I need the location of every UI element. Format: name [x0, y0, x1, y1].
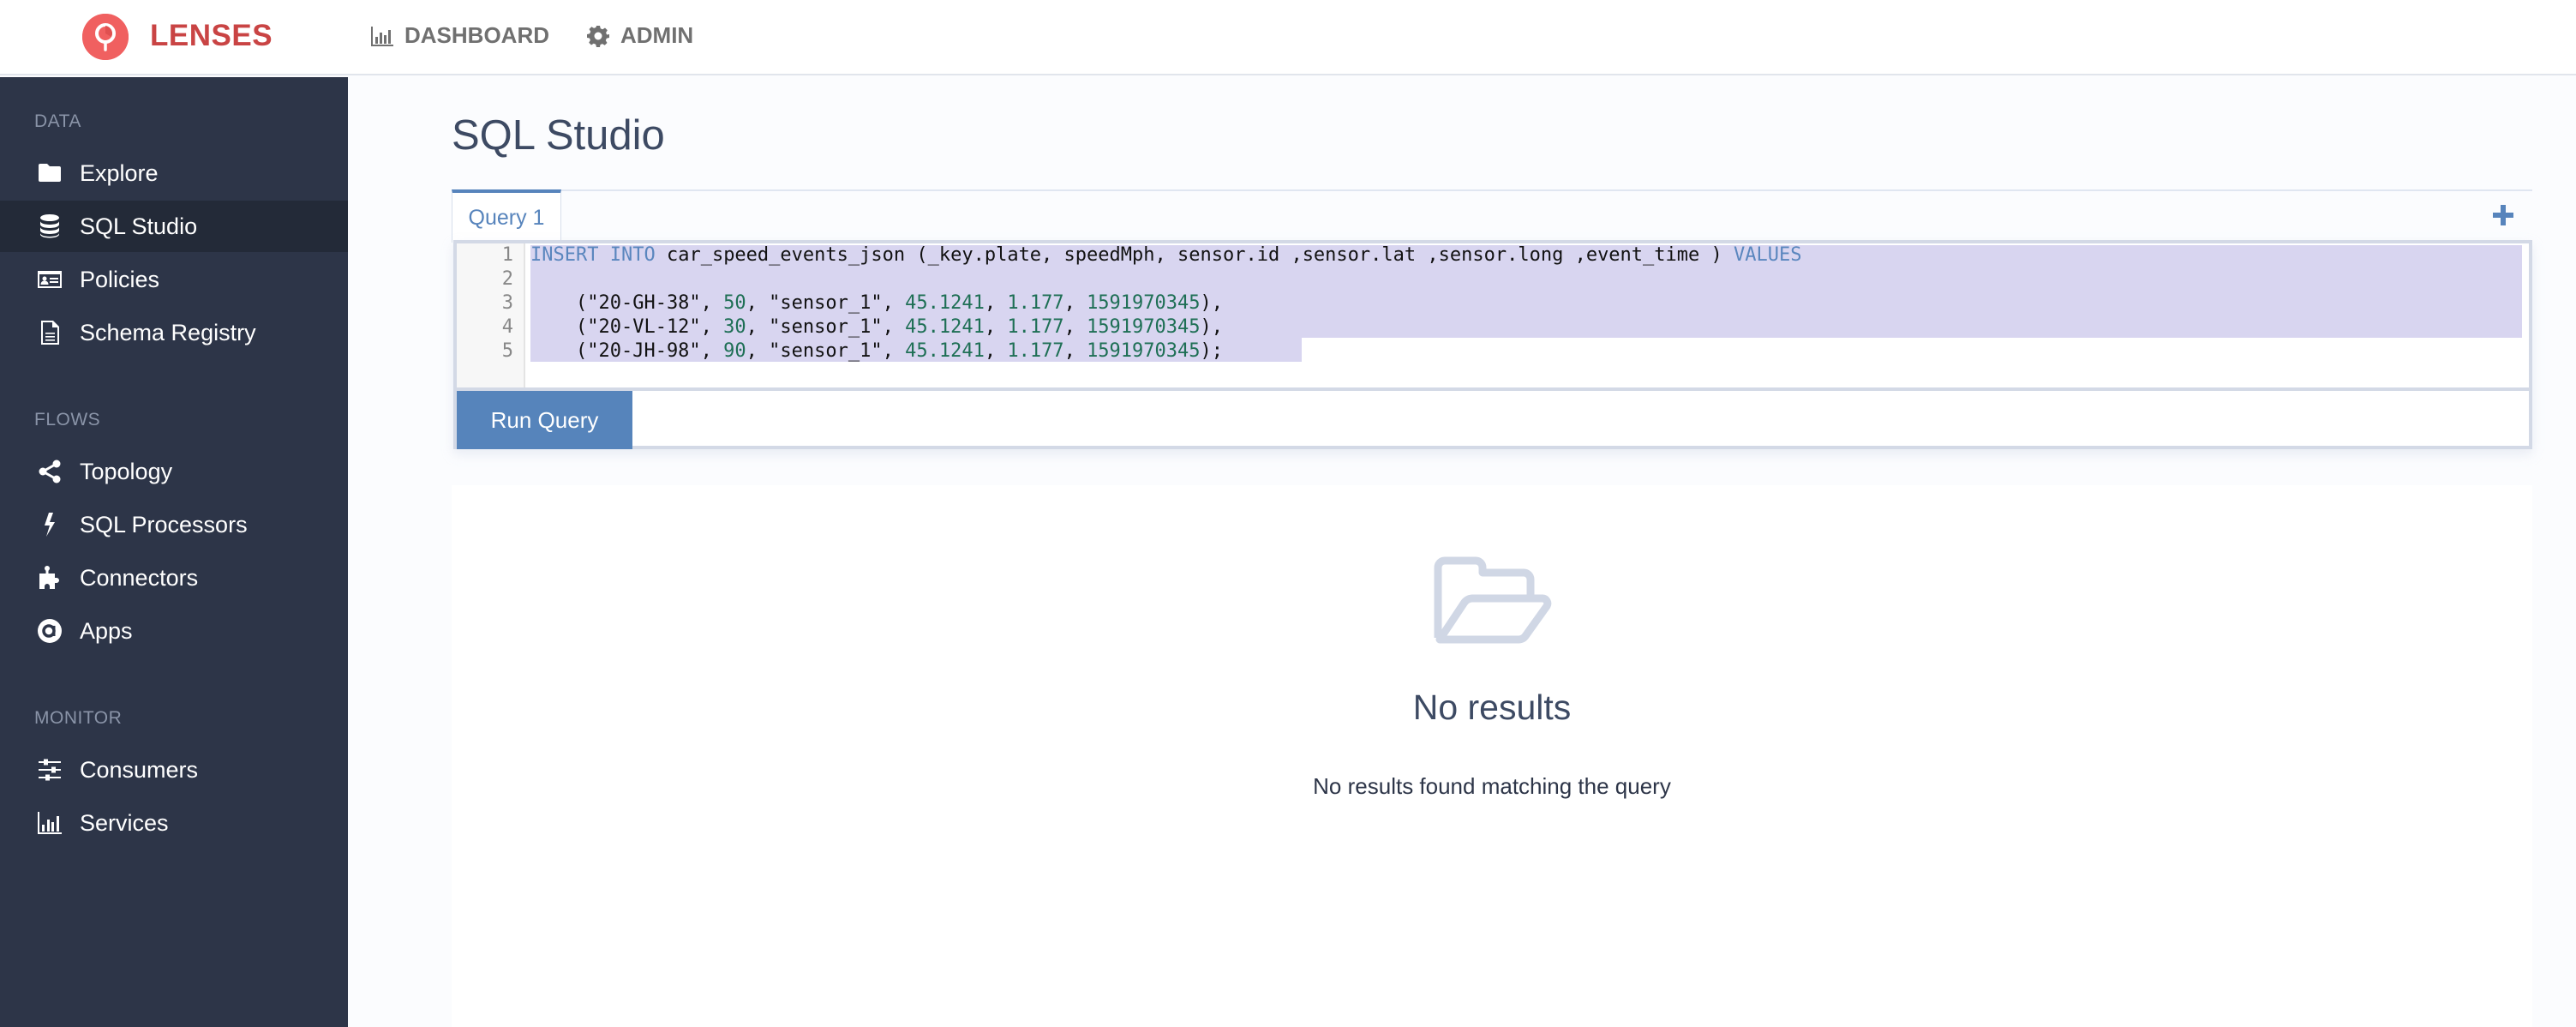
tab-query-1[interactable]: Query 1: [452, 189, 561, 243]
sidebar-item-label: SQL Studio: [80, 213, 198, 239]
nav-admin-label: ADMIN: [620, 22, 694, 48]
nav-dashboard[interactable]: DASHBOARD: [370, 22, 549, 49]
open-folder-icon: [1429, 556, 1553, 650]
gear-icon: [587, 25, 609, 47]
sidebar-item-label: SQL Processors: [80, 511, 248, 538]
lenses-logo-icon[interactable]: [82, 14, 129, 60]
code-line: ("20-JH-98", 90, "sensor_1", 45.1241, 1.…: [530, 340, 1224, 362]
share-icon: [36, 459, 63, 484]
sidebar-item-label: Apps: [80, 617, 133, 644]
code-area[interactable]: INSERT INTO car_speed_events_json (_key.…: [530, 243, 2527, 387]
sidebar: DATA Explore SQL Studio Policies Schema …: [0, 77, 348, 1027]
add-query-tab-button[interactable]: [2491, 203, 2515, 227]
query-tabs: Query 1: [452, 189, 2532, 243]
database-icon: [36, 213, 63, 239]
sidebar-item-label: Consumers: [80, 756, 199, 783]
nav-admin[interactable]: ADMIN: [586, 22, 693, 49]
sql-editor: 1 2 3 4 5 INSERT INTO car_speed_events_j…: [453, 240, 2532, 449]
sidebar-item-schema-registry[interactable]: Schema Registry: [0, 307, 348, 358]
puzzle-icon: [36, 565, 63, 591]
brand-name[interactable]: LENSES: [150, 19, 273, 53]
sidebar-item-topology[interactable]: Topology: [0, 446, 348, 497]
sidebar-item-label: Services: [80, 809, 169, 836]
code-line: ("20-VL-12", 30, "sensor_1", 45.1241, 1.…: [530, 316, 1224, 338]
top-navbar: LENSES DASHBOARD ADMIN: [0, 0, 2576, 75]
sidebar-item-label: Schema Registry: [80, 319, 256, 345]
nav-dashboard-label: DASHBOARD: [404, 22, 549, 48]
line-number: 5: [501, 340, 513, 362]
sidebar-item-apps[interactable]: Apps: [0, 605, 348, 657]
sidebar-item-label: Explore: [80, 159, 159, 186]
code-line: ("20-GH-38", 50, "sensor_1", 45.1241, 1.…: [530, 292, 1224, 314]
plus-icon: [2493, 205, 2513, 225]
results-panel: No results No results found matching the…: [452, 485, 2532, 1027]
page-title: SQL Studio: [452, 112, 665, 159]
bar-chart-icon: [36, 810, 63, 836]
sidebar-item-consumers[interactable]: Consumers: [0, 744, 348, 796]
sidebar-item-label: Connectors: [80, 564, 199, 591]
sidebar-item-label: Topology: [80, 458, 173, 484]
sidebar-item-services[interactable]: Services: [0, 797, 348, 849]
line-number: 3: [501, 292, 513, 314]
sliders-icon: [36, 757, 63, 783]
sidebar-item-sql-studio[interactable]: SQL Studio: [0, 201, 348, 252]
line-number: 2: [501, 268, 513, 290]
code-line: INSERT INTO car_speed_events_json (_key.…: [530, 244, 1802, 266]
section-label-data: DATA: [34, 111, 81, 131]
document-icon: [36, 320, 63, 345]
at-icon: [36, 618, 63, 644]
sidebar-item-label: Policies: [80, 266, 160, 292]
run-bar: Run Query: [457, 387, 2529, 449]
bar-chart-icon: [371, 26, 393, 46]
line-number: 1: [501, 244, 513, 266]
editor-gutter: 1 2 3 4 5: [457, 243, 525, 387]
section-label-flows: FLOWS: [34, 410, 101, 429]
id-card-icon: [36, 267, 63, 292]
bolt-icon: [36, 512, 63, 538]
sidebar-item-connectors[interactable]: Connectors: [0, 552, 348, 604]
line-number: 4: [501, 316, 513, 338]
no-results-message: No results found matching the query: [1313, 773, 1671, 799]
sidebar-item-sql-processors[interactable]: SQL Processors: [0, 499, 348, 550]
folder-icon: [36, 160, 63, 186]
section-label-monitor: MONITOR: [34, 708, 123, 728]
sidebar-item-explore[interactable]: Explore: [0, 147, 348, 199]
no-results-title: No results: [1412, 688, 1572, 727]
run-query-button[interactable]: Run Query: [457, 391, 632, 449]
sidebar-item-policies[interactable]: Policies: [0, 254, 348, 305]
